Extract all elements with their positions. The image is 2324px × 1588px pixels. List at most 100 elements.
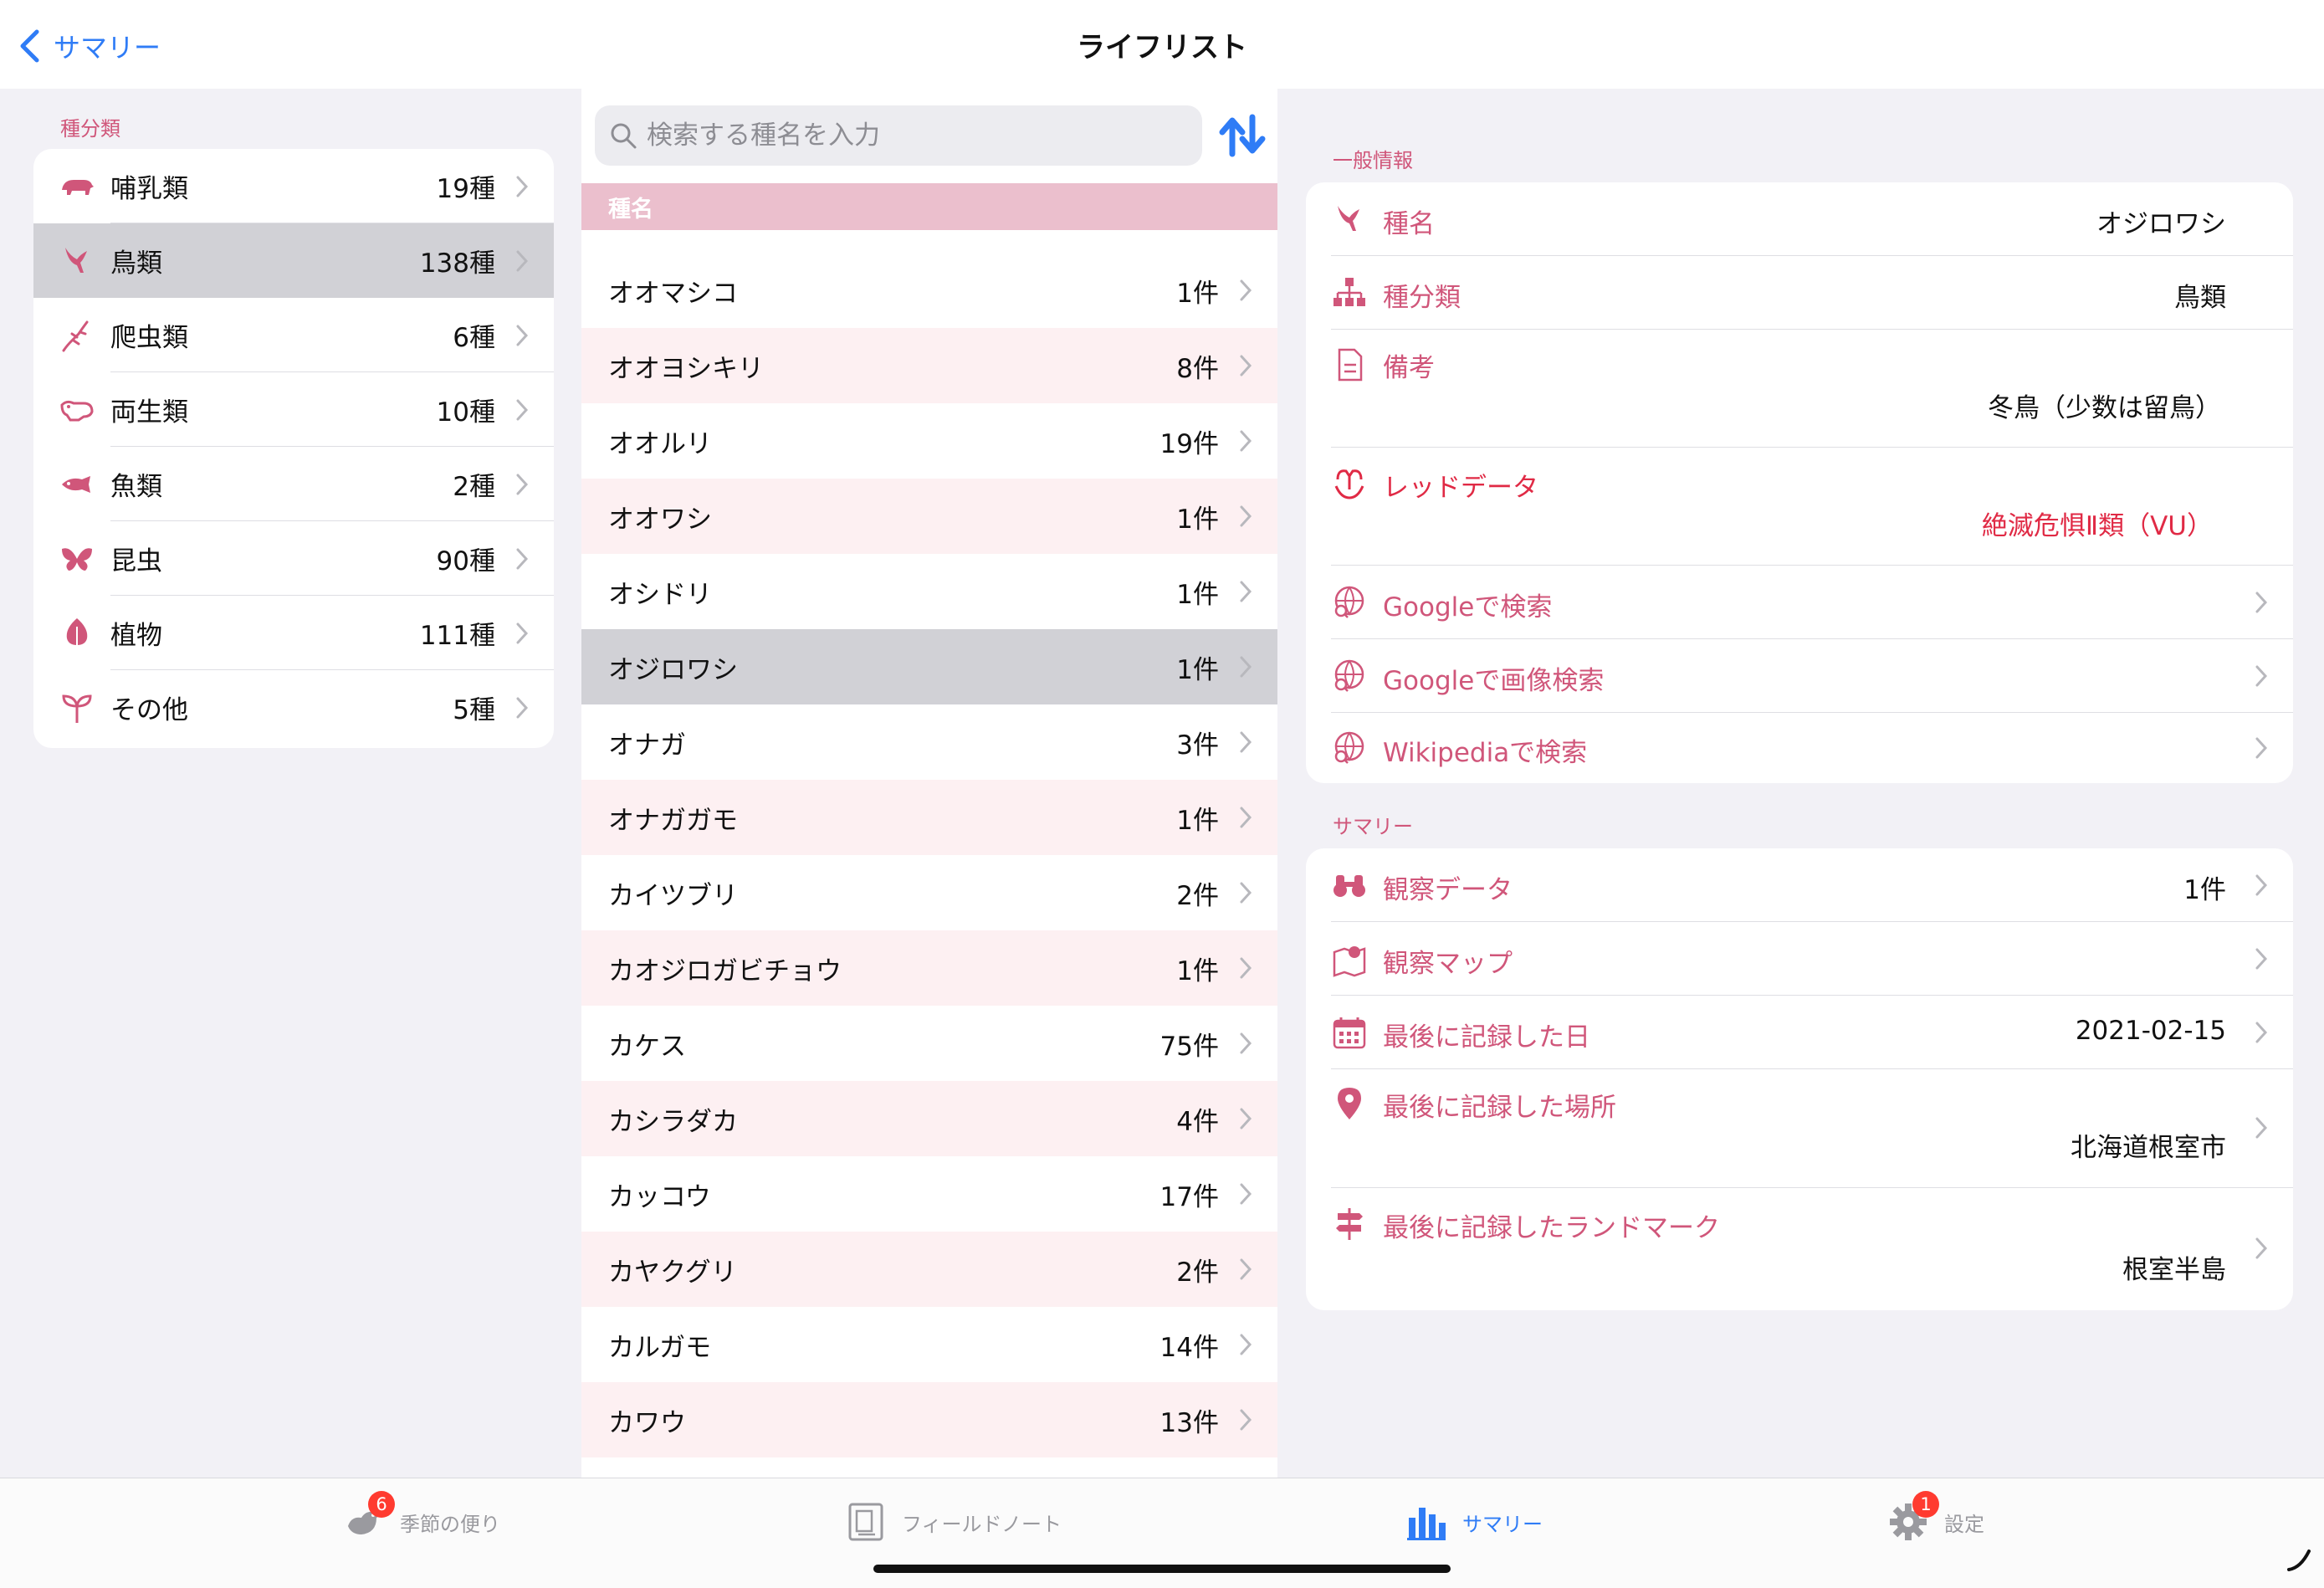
category-item-plant[interactable]: 植物 111種 (33, 596, 554, 670)
species-name: カイツブリ (608, 880, 738, 911)
bird-icon (1331, 201, 1368, 238)
back-button-label: サマリー (54, 32, 161, 64)
tab-summary[interactable]: サマリー (1405, 1497, 1543, 1547)
species-count: 1件 (1176, 504, 1219, 535)
tab-label: フィールドノート (902, 1512, 1062, 1536)
google-search-link[interactable]: Googleで検索 (1306, 566, 2293, 639)
general-info-card: 種名 オジロワシ 種分類 鳥類 備考 冬鳥（少数は留鳥） レッドデータ 絶滅危惧… (1306, 182, 2293, 783)
notification-badge: 6 (368, 1491, 395, 1518)
hierarchy-icon (1331, 274, 1368, 311)
species-row[interactable]: オナガガモ 1件 (581, 780, 1277, 855)
species-row[interactable]: オオルリ 19件 (581, 403, 1277, 479)
tab-seasonal-news[interactable]: 6 季節の便り (343, 1491, 500, 1547)
detail-label: Googleで検索 (1383, 592, 1553, 622)
species-name: オオワシ (608, 504, 712, 535)
tab-label: サマリー (1462, 1512, 1543, 1536)
species-name: カケス (608, 1031, 686, 1062)
species-row[interactable]: カシラダカ 4件 (581, 1081, 1277, 1156)
species-name: カワウ (608, 1407, 686, 1438)
category-count: 19種 (436, 174, 495, 204)
species-name: オオヨシキリ (608, 353, 764, 384)
chevron-right-icon (1240, 505, 1252, 527)
species-name: カルガモ (608, 1332, 712, 1363)
chevron-right-icon (1240, 731, 1252, 753)
category-label: 両生類 (110, 397, 188, 428)
detail-red-data-row: レッドデータ 絶滅危惧Ⅱ類（VU） (1306, 448, 2293, 566)
back-button[interactable]: サマリー (18, 25, 161, 67)
species-row[interactable]: カイツブリ 2件 (581, 855, 1277, 930)
species-name: オナガガモ (608, 805, 738, 836)
detail-value: 鳥類 (2174, 283, 2226, 313)
species-row[interactable]: カワウ 13件 (581, 1382, 1277, 1457)
category-panel: 種分類 哺乳類 19種 鳥類 138種 爬虫類 6種 両生類 10種 魚類 2種… (0, 89, 581, 1478)
calendar-icon (1331, 1014, 1368, 1051)
chevron-right-icon (2255, 665, 2268, 687)
signpost-icon (1331, 1205, 1368, 1242)
species-count: 4件 (1176, 1106, 1219, 1137)
detail-label: 種分類 (1383, 283, 1461, 313)
sort-icon[interactable] (1217, 110, 1267, 161)
category-item-insect[interactable]: 昆虫 90種 (33, 521, 554, 596)
bird-icon (59, 243, 95, 279)
chevron-right-icon (1240, 1108, 1252, 1130)
species-name: カシラダカ (608, 1106, 738, 1137)
species-count: 3件 (1176, 730, 1219, 761)
category-item-other[interactable]: その他 5種 (33, 670, 554, 745)
chevron-right-icon (1240, 581, 1252, 602)
tab-field-note[interactable]: フィールドノート (845, 1497, 1062, 1547)
observation-data-row[interactable]: 観察データ 1件 (1306, 848, 2293, 922)
last-landmark-row[interactable]: 最後に記録したランドマーク 根室半島 (1306, 1188, 2293, 1310)
globe-search-icon (1331, 730, 1368, 766)
chevron-right-icon (516, 325, 529, 346)
species-row[interactable]: オオヨシキリ 8件 (581, 328, 1277, 403)
search-input[interactable] (647, 110, 1182, 161)
species-name: カオジロガビチョウ (608, 955, 842, 986)
chevron-right-icon (516, 697, 529, 718)
category-item-fish[interactable]: 魚類 2種 (33, 447, 554, 521)
chevron-right-icon (1240, 1032, 1252, 1054)
detail-label: レッドデータ (1383, 473, 1538, 503)
google-image-search-link[interactable]: Googleで画像検索 (1306, 639, 2293, 713)
wikipedia-search-link[interactable]: Wikipediaで検索 (1306, 713, 2293, 783)
species-row[interactable]: オオワシ 1件 (581, 479, 1277, 554)
last-date-row[interactable]: 最後に記録した日 2021-02-15 (1306, 996, 2293, 1069)
tab-label: 季節の便り (400, 1512, 500, 1536)
category-item-mammal[interactable]: 哺乳類 19種 (33, 149, 554, 223)
last-place-row[interactable]: 最後に記録した場所 北海道根室市 (1306, 1069, 2293, 1188)
species-row[interactable]: オオマシコ 1件 (581, 253, 1277, 328)
detail-value: 1件 (2183, 875, 2226, 905)
tab-settings[interactable]: 1 設定 (1887, 1491, 1984, 1547)
species-row[interactable]: カオジロガビチョウ 1件 (581, 930, 1277, 1006)
species-name: オオマシコ (608, 278, 738, 309)
species-name: カヤクグリ (608, 1257, 737, 1288)
category-item-bird[interactable]: 鳥類 138種 (33, 223, 554, 298)
species-panel: 種名 オオマシコ 1件 オオヨシキリ 8件 オオルリ 19件 オオワシ 1件 オシドリ 1… (581, 89, 1277, 1478)
species-row[interactable]: カヤクグリ 2件 (581, 1232, 1277, 1307)
search-icon (611, 123, 637, 149)
category-count: 5種 (453, 695, 495, 725)
species-row-selected[interactable]: オジロワシ 1件 (581, 629, 1277, 704)
species-row[interactable]: カケス 75件 (581, 1006, 1277, 1081)
observation-map-row[interactable]: 観察マップ (1306, 922, 2293, 996)
species-row[interactable]: カッコウ 17件 (581, 1156, 1277, 1232)
detail-label: 観察データ (1383, 875, 1513, 905)
species-row[interactable]: オシドリ 1件 (581, 554, 1277, 629)
category-item-reptile[interactable]: 爬虫類 6種 (33, 298, 554, 372)
detail-value: オジロワシ (2096, 209, 2226, 239)
category-section-label: 種分類 (60, 117, 120, 141)
detail-label: Wikipediaで検索 (1383, 738, 1588, 768)
chevron-right-icon (1240, 656, 1252, 678)
species-row[interactable]: オナガ 3件 (581, 704, 1277, 780)
category-item-amphibian[interactable]: 両生類 10種 (33, 372, 554, 447)
chevron-right-icon (516, 176, 529, 197)
species-count: 2件 (1176, 1257, 1219, 1288)
home-indicator[interactable] (873, 1565, 1451, 1573)
detail-label: 種名 (1383, 209, 1435, 239)
detail-label: 最後に記録した場所 (1383, 1093, 1616, 1123)
chevron-right-icon (1240, 355, 1252, 377)
species-count: 14件 (1159, 1332, 1219, 1363)
species-count: 1件 (1176, 579, 1219, 610)
chevron-right-icon (516, 399, 529, 420)
category-count: 2種 (453, 472, 495, 502)
species-row[interactable]: カルガモ 14件 (581, 1307, 1277, 1382)
